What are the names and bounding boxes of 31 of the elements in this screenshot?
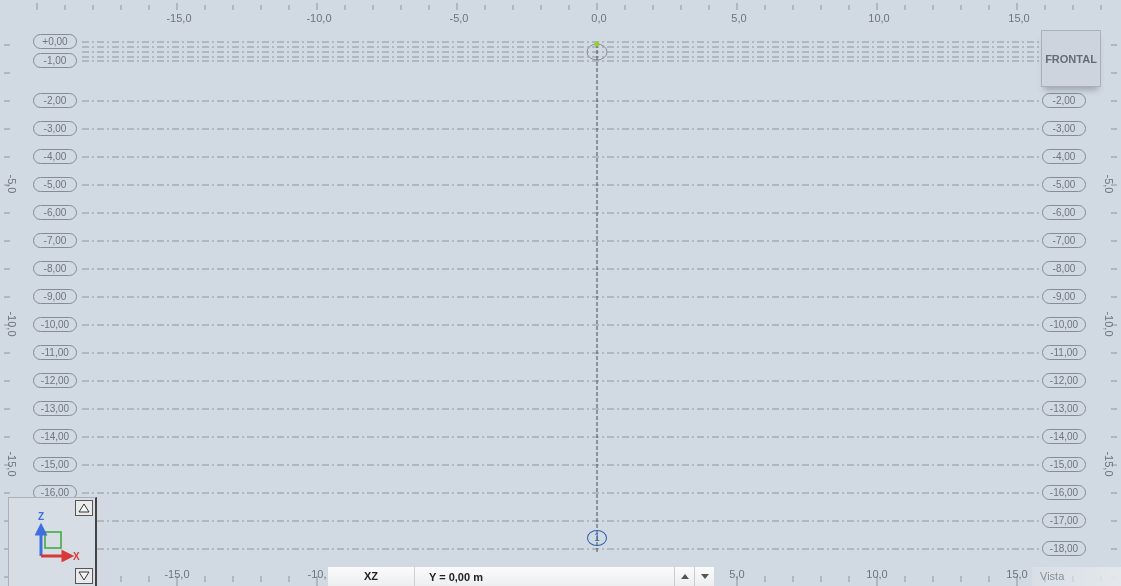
- up-arrow-icon: [680, 574, 689, 579]
- ruler-label: 10,0: [865, 568, 889, 580]
- ruler-label: -15,0: [6, 450, 18, 479]
- ruler-label: 10,0: [867, 12, 891, 24]
- ruler-label: 5,0: [730, 12, 748, 24]
- ruler-label: -15,0: [163, 568, 191, 580]
- plane-name: XZ: [328, 567, 415, 586]
- ruler-label: -15,0: [165, 12, 193, 24]
- view-cube[interactable]: FRONTAL: [1041, 30, 1101, 87]
- down-triangle-icon: [78, 571, 90, 581]
- ruler-label: 15,0: [1007, 12, 1031, 24]
- ruler-label: -10,0: [305, 12, 333, 24]
- axis-gizmo-drawing: [35, 522, 75, 562]
- scroll-up-button[interactable]: [75, 500, 93, 516]
- up-triangle-icon: [78, 503, 90, 513]
- ruler-label: -10,: [306, 568, 328, 580]
- ruler-label: 5,0: [728, 568, 746, 580]
- axis-letter: Z: [38, 511, 45, 522]
- ruler-label: -10,0: [6, 310, 18, 339]
- ruler-label: -5,0: [448, 12, 470, 24]
- ruler-label: -5,0: [6, 173, 18, 196]
- ruler-label: -5,0: [1103, 173, 1115, 196]
- view-tab[interactable]: Vista: [1032, 567, 1121, 586]
- ruler-label: -10,0: [1103, 310, 1115, 339]
- ruler-label: 15,0: [1005, 568, 1029, 580]
- axis-letter: X: [73, 551, 80, 562]
- plane-offset: Y = 0,00 m: [428, 570, 484, 583]
- ruler-label: 0,0: [590, 12, 608, 24]
- down-arrow-icon: [700, 574, 709, 579]
- ruler-label: -15,0: [1103, 450, 1115, 479]
- scroll-down-button[interactable]: [75, 568, 93, 584]
